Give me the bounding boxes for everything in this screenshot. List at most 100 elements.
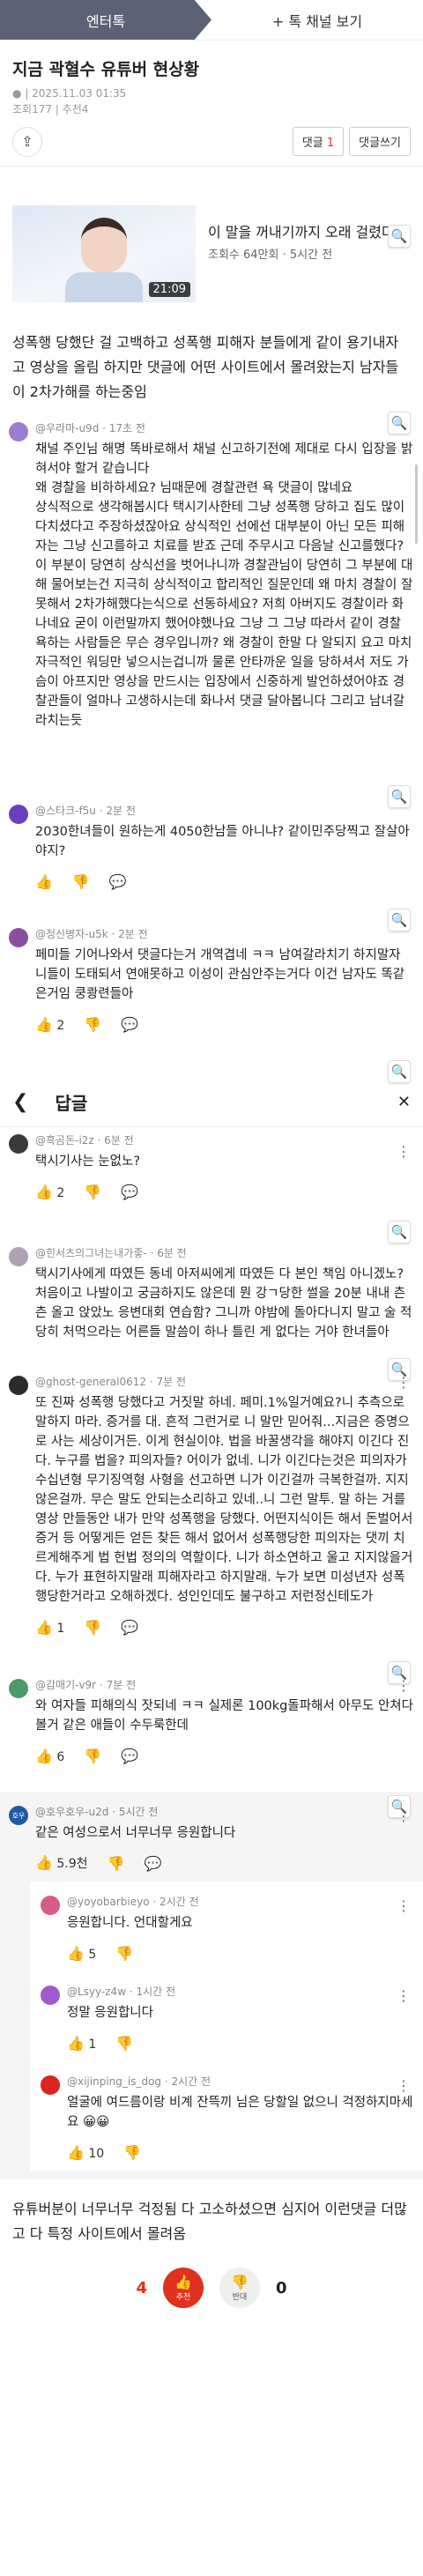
comment-actions: 👍 2 👎 💬 xyxy=(35,1182,414,1201)
more-options-icon[interactable]: ⋮ xyxy=(397,1897,411,1914)
back-arrow-icon[interactable]: ❮ xyxy=(12,1091,28,1113)
reply-header: ❮ 답글 ✕ xyxy=(0,1078,423,1127)
like-button[interactable]: 👍 1 xyxy=(67,2035,96,2052)
comment-actions: 👍 2 👎 💬 xyxy=(35,1014,414,1034)
more-options-icon[interactable]: ⋮ xyxy=(397,1808,411,1824)
downvote-count: 0 xyxy=(276,2278,287,2298)
comment-user[interactable]: @감매기-v9r xyxy=(35,1679,96,1691)
more-options-icon[interactable]: ⋮ xyxy=(397,1374,411,1391)
reply-icon[interactable]: 💬 xyxy=(144,1855,161,1872)
tab-entertalk[interactable]: 엔터톡 xyxy=(0,0,212,40)
emoji: 😀😀 xyxy=(82,2115,110,2129)
scrollbar[interactable] xyxy=(415,464,418,544)
nested-reply: @yoyobarbieyo · 2시간 전 응원합니다. 언대할게요 👍 5 👎… xyxy=(30,1882,423,1971)
like-button[interactable]: 👍 2 xyxy=(35,1184,64,1200)
thumbs-down-icon[interactable]: 👎 xyxy=(72,873,90,890)
downvote-button[interactable]: 👎 반대 xyxy=(219,2268,260,2308)
comment-text: 와 여자들 피해의식 잣되네 ㅋㅋ 실제론 100kg돌파해서 아무도 안쳐다볼… xyxy=(35,1699,413,1733)
avatar xyxy=(9,1376,28,1395)
thumbs-up-icon: 👍 xyxy=(35,1618,53,1636)
more-options-icon[interactable]: ⋮ xyxy=(397,1677,411,1694)
comment-screenshot-1: 🔍 @우라마-u9d · 17초 전 채널 주인님 해명 똑바로해서 채널 신고… xyxy=(0,412,423,773)
comment-user[interactable]: @정신병자-u5k xyxy=(35,928,108,940)
comment: @우라마-u9d · 17초 전 채널 주인님 해명 똑바로해서 채널 신고하기… xyxy=(0,412,423,782)
comment-user[interactable]: @yoyobarbieyo xyxy=(67,1896,150,1908)
comment-actions: 👍 6 👎 💬 xyxy=(35,1746,414,1765)
comment-actions: 👍 5.9천 👎 💬 xyxy=(35,1853,414,1873)
comment-text: 같은 여성으로서 너무너무 응원합니다 xyxy=(35,1826,236,1840)
like-button[interactable]: 👍 5 xyxy=(67,1945,96,1962)
like-button[interactable]: 👍 5.9천 xyxy=(35,1854,88,1872)
thumbs-down-icon: 👎 xyxy=(231,2274,249,2290)
thumbs-up-icon: 👍 xyxy=(67,2034,85,2052)
like-button[interactable]: 👍 2 xyxy=(35,1016,64,1033)
comment-text: 또 진짜 성폭행 당했다고 거짓말 하네. 페미.1%일거예요?니 추측으로 말… xyxy=(35,1396,413,1604)
comment-user[interactable]: @호우호우-u2d xyxy=(35,1806,108,1818)
comment-actions: 👍 1 👎 💬 xyxy=(35,1617,414,1637)
like-button[interactable]: 👍 6 xyxy=(35,1748,64,1764)
comment-user[interactable]: @xijinping_is_dog xyxy=(67,2075,161,2088)
avatar xyxy=(9,1247,28,1266)
comment-text: 응원합니다. 언대할게요 xyxy=(67,1916,193,1930)
comment-text: 채널 주인님 해명 똑바로해서 채널 신고하기전에 제대로 다시 입장을 밝혀서… xyxy=(35,442,413,728)
write-comment-button[interactable]: 댓글쓰기 xyxy=(349,127,411,156)
comment-user[interactable]: @우라마-u9d xyxy=(35,422,99,434)
thumbs-down-icon[interactable]: 👎 xyxy=(84,1748,101,1764)
reply-comment: @힌서츠의그녀는내가좋- · 6분 전 택시기사에게 따였든 동네 아저씨에게 … xyxy=(0,1224,423,1351)
comment-text: 택시기사에게 따였든 동네 아저씨에게 따였든 다 본인 책임 아니겠노? 처음… xyxy=(35,1267,412,1340)
post-views: 조회177 xyxy=(12,103,52,115)
thumbs-up-icon[interactable]: 👍 xyxy=(35,873,53,890)
close-icon[interactable]: ✕ xyxy=(397,1093,411,1111)
comment-user[interactable]: @힌서츠의그녀는내가좋- xyxy=(35,1247,147,1259)
thumbs-down-icon[interactable]: 👎 xyxy=(84,1619,101,1636)
thumbs-up-icon: 👍 xyxy=(35,1854,53,1871)
reply-icon[interactable]: 💬 xyxy=(121,1184,138,1200)
reply-icon[interactable]: 💬 xyxy=(121,1016,138,1033)
reply-icon[interactable]: 💬 xyxy=(121,1619,138,1636)
comment-text: 2030한녀들이 원하는게 4050한남들 아니냐? 같이민주당찍고 잘살아야지… xyxy=(35,825,410,858)
video-thumbnail[interactable]: 21:09 xyxy=(12,205,196,302)
search-icon[interactable]: 🔍 xyxy=(388,225,411,248)
comment-user[interactable]: @Lsyy-z4w xyxy=(67,1986,126,1998)
post-meta: ● | 2025.11.03 01:35 조회177 | 추천4 xyxy=(12,87,127,115)
avatar xyxy=(41,2075,60,2095)
post-header: 지금 곽혈수 유튜버 현상황 ● | 2025.11.03 01:35 조회17… xyxy=(0,41,423,117)
search-icon[interactable]: 🔍 xyxy=(388,1060,411,1083)
nested-reply: @Lsyy-z4w · 1시간 전 정말 응원합니다 👍 1 👎 ⋮ xyxy=(30,1971,423,2061)
thumbs-up-icon: 👍 xyxy=(174,2274,192,2290)
video-duration: 21:09 xyxy=(148,282,190,297)
video-title[interactable]: 이 말을 꺼내기까지 오래 걸렸다 xyxy=(208,223,395,241)
thumbs-down-icon[interactable]: 👎 xyxy=(123,2144,141,2161)
more-options-icon[interactable]: ⋮ xyxy=(397,1987,411,2004)
reply-comment: @흑곰돈-i2z · 6분 전 택시기사는 눈없노? 👍 2 👎 💬 ⋮ xyxy=(0,1127,423,1210)
comment-text: 페미들 기어나와서 댓글다는거 개역겹네 ㅋㅋ 남여갈라치기 하지말자 니들이 … xyxy=(35,948,405,1001)
thumbs-down-icon[interactable]: 👎 xyxy=(115,2035,133,2052)
thumbs-down-icon[interactable]: 👎 xyxy=(108,1855,125,1872)
post-action-bar: ⇪ 댓글 1 댓글쓰기 xyxy=(0,117,423,167)
reply-icon[interactable]: 💬 xyxy=(121,1748,138,1764)
more-options-icon[interactable]: ⋮ xyxy=(397,1143,411,1160)
thumbs-down-icon[interactable]: 👎 xyxy=(115,1945,133,1962)
comment-count-button[interactable]: 댓글 1 xyxy=(292,127,345,156)
thumbs-down-icon[interactable]: 👎 xyxy=(84,1184,101,1200)
reply-icon[interactable]: 💬 xyxy=(109,873,127,890)
tab-channel-view[interactable]: + 톡 채널 보기 xyxy=(212,0,423,40)
vote-bar: 4 👍 추천 👎 반대 0 xyxy=(0,2268,423,2308)
upvote-button[interactable]: 👍 추천 xyxy=(163,2268,204,2308)
reply-comment: @감매기-v9r · 7분 전 와 여자들 피해의식 잣되네 ㅋㅋ 실제론 10… xyxy=(0,1661,423,1774)
video-card[interactable]: 21:09 이 말을 꺼내기까지 오래 걸렸다 조회수 64만회 · 5시간 전 xyxy=(0,205,423,311)
reply-title: 답글 xyxy=(55,1093,88,1114)
share-icon[interactable]: ⇪ xyxy=(12,126,42,157)
more-options-icon[interactable]: ⋮ xyxy=(397,2077,411,2094)
comment-user[interactable]: @흑곰돈-i2z xyxy=(35,1134,94,1147)
upvote-count: 4 xyxy=(136,2278,147,2298)
comment-user[interactable]: @스타크-f5u xyxy=(35,805,96,817)
comment-user[interactable]: @ghost-general0612 xyxy=(35,1376,146,1388)
thumbs-down-icon[interactable]: 👎 xyxy=(84,1016,101,1033)
like-button[interactable]: 👍 10 xyxy=(67,2144,104,2161)
avatar xyxy=(9,1134,28,1154)
reply-comment: 호우 @호우호우-u2d · 5시간 전 같은 여성으로서 너무너무 응원합니다… xyxy=(0,1792,423,1882)
avatar xyxy=(9,928,28,947)
like-button[interactable]: 👍 1 xyxy=(35,1619,64,1636)
post-author-icon: ● xyxy=(12,87,22,100)
